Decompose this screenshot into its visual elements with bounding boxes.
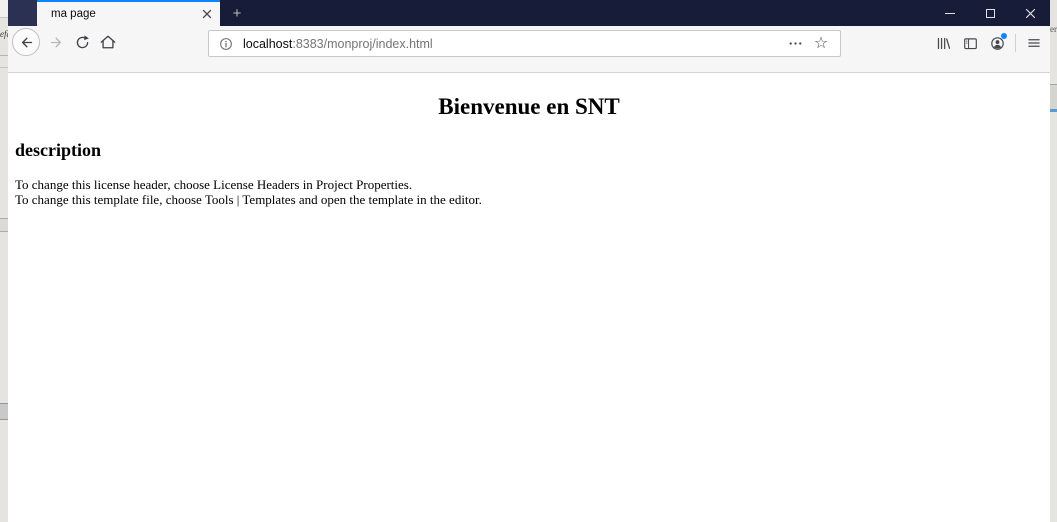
divider	[0, 55, 8, 56]
background-window-right-sliver: er	[1050, 0, 1057, 522]
hamburger-menu-icon	[1028, 39, 1040, 47]
navigation-toolbar: localhost:8383/monproj/index.html ☆	[8, 26, 1050, 73]
new-tab-button[interactable]: +	[220, 0, 254, 26]
background-window-bar-fragment	[0, 218, 8, 232]
background-window-text-fragment: efa	[0, 29, 8, 39]
background-window-scrollbar-fragment	[0, 403, 8, 420]
section-heading: description	[15, 140, 102, 160]
paragraph-line: To change this template file, choose Too…	[15, 191, 482, 207]
url-text[interactable]: localhost:8383/monproj/index.html	[243, 37, 782, 51]
close-icon	[1025, 8, 1035, 18]
toolbar-right-group	[931, 28, 1046, 58]
bookmark-button[interactable]: ☆	[808, 32, 834, 56]
reload-icon	[76, 34, 89, 48]
tab-close-icon[interactable]	[198, 6, 215, 23]
divider	[0, 67, 8, 68]
url-path: :8383/monproj/index.html	[292, 36, 433, 51]
home-button[interactable]	[94, 28, 122, 56]
desktop-screen: efa er ma page +	[0, 0, 1057, 522]
license-paragraph: To change this license header, choose Li…	[15, 177, 482, 207]
maximize-button[interactable]	[970, 0, 1010, 26]
url-host: localhost	[243, 36, 293, 51]
maximize-icon	[985, 8, 995, 18]
library-button[interactable]	[931, 30, 955, 56]
account-notification-dot	[1001, 33, 1007, 39]
paragraph-line: To change this license header, choose Li…	[15, 177, 413, 192]
background-window-text-fragment: er	[1050, 24, 1057, 34]
back-arrow-icon	[21, 37, 32, 47]
forward-arrow-icon	[50, 37, 61, 47]
tab-title: ma page	[51, 8, 96, 20]
url-bar[interactable]: localhost:8383/monproj/index.html ☆	[208, 30, 841, 57]
star-icon: ☆	[813, 34, 829, 52]
background-window-titlebar-fragment	[0, 0, 8, 18]
library-icon	[937, 37, 950, 49]
close-button[interactable]	[1010, 0, 1050, 26]
firefox-window: ma page + localhost:8383/monproj/index.h…	[8, 0, 1050, 522]
background-window-tab-fragment	[1050, 84, 1057, 112]
site-info-icon	[220, 37, 232, 50]
account-button[interactable]	[985, 30, 1009, 56]
reload-button[interactable]	[68, 28, 96, 56]
sidebar-icon	[963, 37, 977, 49]
browser-tab[interactable]: ma page	[37, 0, 220, 26]
tab-bar: ma page +	[8, 0, 1050, 26]
home-icon	[100, 35, 116, 49]
page-content: Bienvenue en SNT description To change t…	[8, 73, 1050, 522]
forward-button[interactable]	[42, 28, 70, 56]
sidebar-button[interactable]	[958, 30, 982, 56]
minimize-button[interactable]	[930, 0, 970, 26]
plus-icon: +	[232, 4, 242, 22]
menu-button[interactable]	[1022, 30, 1046, 56]
toolbar-separator	[1015, 34, 1016, 52]
minimize-icon	[945, 12, 955, 14]
back-button[interactable]	[12, 28, 40, 56]
titlebar-drag-space	[8, 0, 37, 26]
page-actions-button[interactable]	[782, 32, 808, 56]
window-controls	[930, 0, 1050, 26]
three-dots-icon	[789, 42, 801, 45]
background-window-left-sliver: efa	[0, 0, 8, 522]
page-title: Bienvenue en SNT	[438, 94, 620, 119]
